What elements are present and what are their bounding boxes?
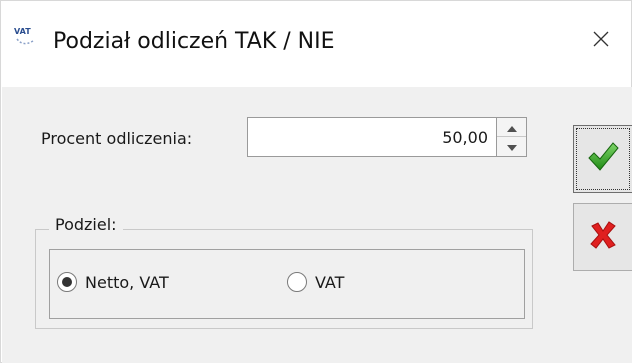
ok-button[interactable] xyxy=(573,125,632,193)
radio-netto-vat-label: Netto, VAT xyxy=(85,272,169,292)
spin-down-button[interactable] xyxy=(497,137,526,156)
vat-icon-text: VAT xyxy=(14,27,31,36)
percent-input[interactable] xyxy=(247,117,497,157)
cancel-button[interactable] xyxy=(573,203,632,271)
vat-icon: VAT xyxy=(13,25,41,51)
close-icon xyxy=(592,30,610,52)
dialog-window: VAT Podział odliczeń TAK / NIE Procent o… xyxy=(0,0,632,363)
radio-vat-label: VAT xyxy=(315,272,345,292)
spin-up-button[interactable] xyxy=(497,118,526,137)
radio-button-selected[interactable] xyxy=(57,272,77,292)
cross-icon xyxy=(588,220,618,254)
split-group-label: Podziel: xyxy=(49,215,123,234)
window-title: Podział odliczeń TAK / NIE xyxy=(53,29,335,54)
radio-button-unselected[interactable] xyxy=(287,272,307,292)
radio-dot xyxy=(62,277,72,287)
percent-label: Procent odliczenia: xyxy=(41,129,193,148)
radio-netto-vat[interactable]: Netto, VAT xyxy=(57,272,169,292)
arrow-down-icon xyxy=(506,137,518,156)
close-button[interactable] xyxy=(583,23,619,59)
title-bar: VAT Podział odliczeń TAK / NIE xyxy=(1,1,631,87)
arrow-up-icon xyxy=(506,118,518,137)
percent-spinner xyxy=(497,117,527,157)
radio-vat[interactable]: VAT xyxy=(287,272,344,292)
checkmark-icon xyxy=(586,140,620,178)
ok-focus-rect xyxy=(576,128,630,190)
